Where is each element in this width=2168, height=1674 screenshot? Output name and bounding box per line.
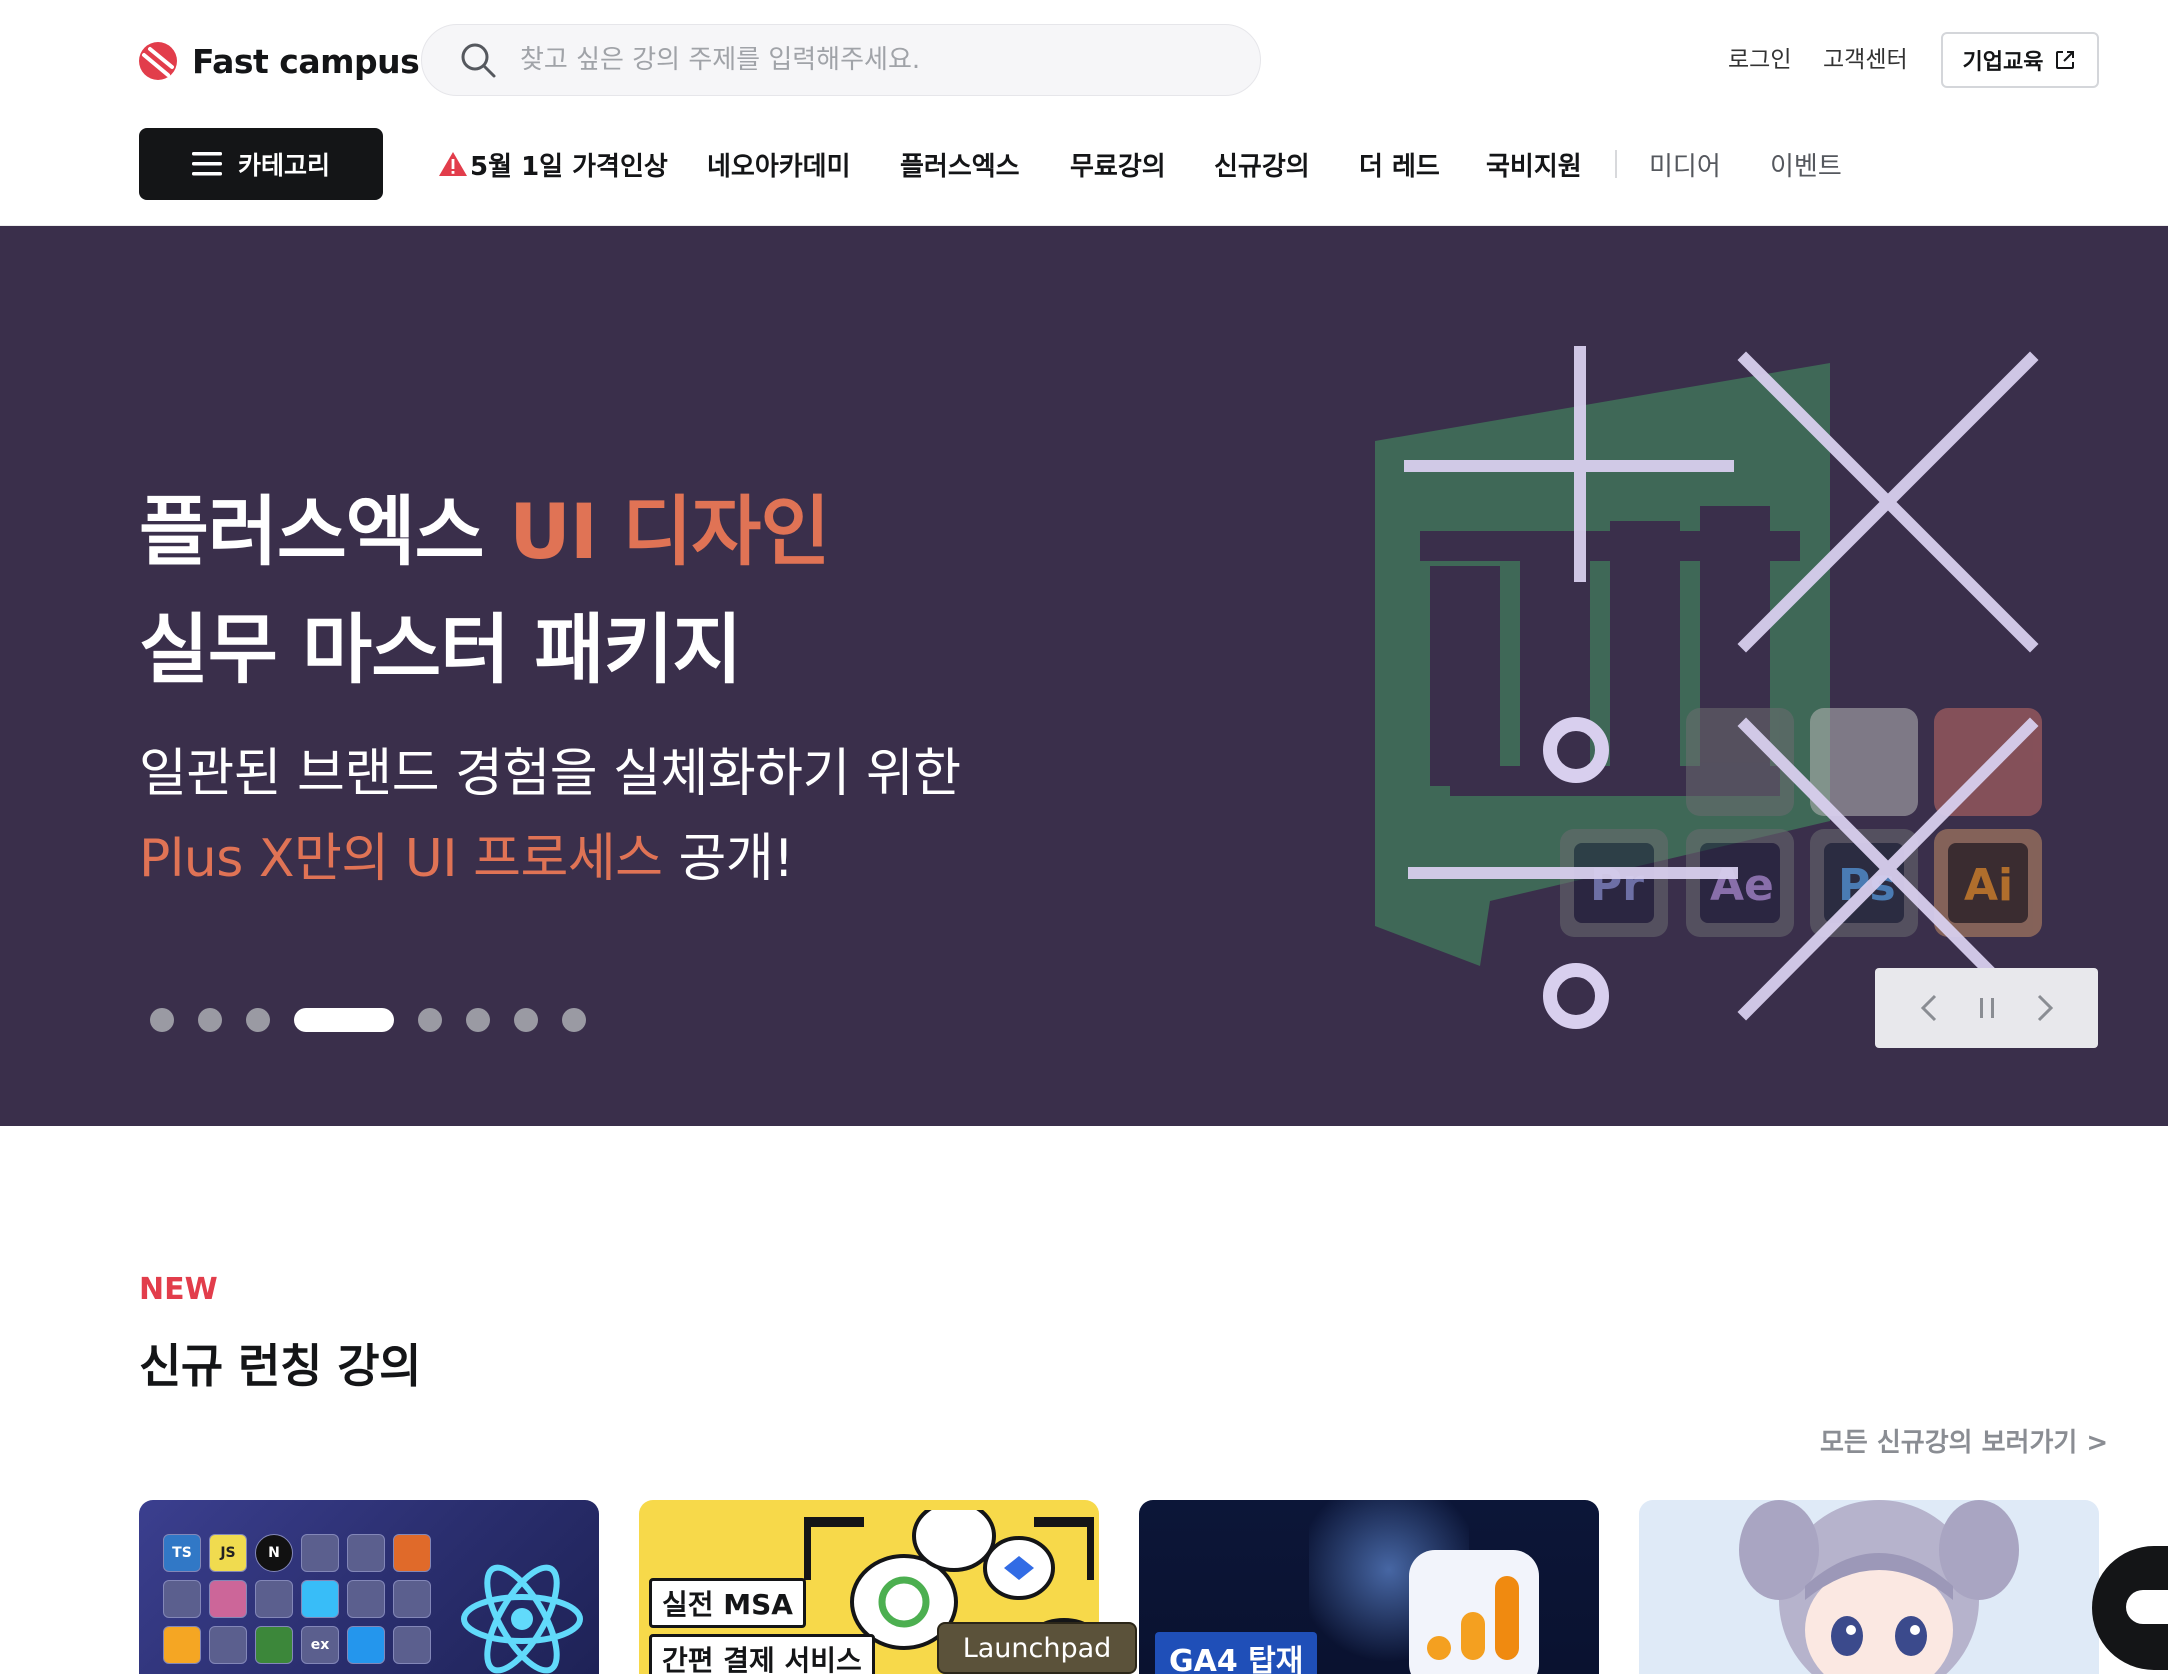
warning-icon [439, 152, 467, 176]
search-bar[interactable] [421, 24, 1261, 96]
menu-icon [191, 152, 222, 176]
tailwind-tile [301, 1580, 339, 1618]
slide-dot[interactable] [466, 1008, 490, 1032]
sass-tile [209, 1580, 247, 1618]
hero-title-line2: 실무 마스터 패키지 [139, 605, 742, 694]
character-illustration [1739, 1500, 2019, 1674]
slide-dot[interactable] [514, 1008, 538, 1032]
hero-title-line1: 플러스엑스 UI 디자인 [139, 470, 830, 580]
customer-center-link[interactable]: 고객센터 [1823, 40, 1908, 74]
tech-tile [209, 1626, 247, 1664]
nav-item-the-red[interactable]: 더 레드 [1359, 144, 1440, 184]
tech-tile [163, 1580, 201, 1618]
hero-banner[interactable]: 플러스엑스 UI 디자인 실무 마스터 패키지 일관된 브랜드 경험을 실체화하… [0, 226, 2168, 1126]
hero-artwork: Pr Ae Ps Ai [1375, 346, 2042, 1029]
express-tile: ex [301, 1626, 339, 1664]
login-link[interactable]: 로그인 [1728, 40, 1791, 74]
slide-dot[interactable] [150, 1008, 174, 1032]
hero-title-accent: UI 디자인 [509, 487, 830, 576]
slide-dot[interactable] [562, 1008, 586, 1032]
docker-tile [347, 1626, 385, 1664]
hero-title-white: 플러스엑스 [139, 487, 510, 576]
search-input[interactable] [520, 45, 1220, 75]
nav-item-label: 5월 1일 가격인상 [470, 151, 668, 182]
mui-tile [393, 1534, 431, 1572]
tech-tile [393, 1626, 431, 1664]
nextjs-tile: N [255, 1534, 293, 1572]
chevron-right-icon[interactable] [2031, 992, 2057, 1024]
slide-dot[interactable] [198, 1008, 222, 1032]
nav-item-free-courses[interactable]: 무료강의 [1070, 144, 1166, 184]
search-icon[interactable] [458, 40, 498, 80]
chevron-left-icon[interactable] [1917, 992, 1943, 1024]
card-label: 간편 결제 서비스 [649, 1634, 875, 1674]
firebase-tile [163, 1626, 201, 1664]
hero-subtitle-white: 공개! [662, 829, 795, 889]
category-button[interactable]: 카테고리 [139, 128, 383, 200]
card-label: 실전 MSA [649, 1578, 806, 1628]
chat-icon [2126, 1590, 2168, 1624]
pause-icon[interactable] [1974, 992, 2000, 1024]
logo-text: Fast campus [192, 41, 420, 81]
nav-divider [1615, 150, 1617, 178]
typescript-tile: TS [163, 1534, 201, 1572]
graphql-tile [301, 1534, 339, 1572]
see-all-new-courses-link[interactable]: 모든 신규강의 보러가기 > [1820, 1422, 2108, 1459]
launchpad-tooltip: Launchpad [937, 1622, 1137, 1674]
slider-controls [1875, 968, 2098, 1048]
course-card[interactable]: TS JS N ex [139, 1500, 599, 1674]
nav-item-media[interactable]: 미디어 [1649, 144, 1721, 184]
corporate-education-label: 기업교육 [1962, 50, 2044, 75]
chat-button[interactable] [2092, 1546, 2168, 1670]
storybook-tile [347, 1534, 385, 1572]
svg-text:Ai: Ai [1964, 860, 2013, 911]
tech-tile [393, 1580, 431, 1618]
javascript-tile: JS [209, 1534, 247, 1572]
nodejs-tile [255, 1626, 293, 1664]
nav-item-government-support[interactable]: 국비지원 [1486, 144, 1582, 184]
site-header: Fast campus 로그인 고객센터 기업교육 카테고리 5월 1일 가격인… [0, 0, 2168, 226]
hero-subtitle-line2: Plus X만의 UI 프로세스 공개! [139, 816, 794, 891]
category-button-label: 카테고리 [237, 151, 330, 180]
slide-dot-active[interactable] [294, 1008, 394, 1032]
ga4-badge: GA4 탑재 [1155, 1632, 1318, 1674]
tech-tile [347, 1580, 385, 1618]
hero-subtitle-accent: Plus X만의 UI 프로세스 [139, 829, 663, 889]
course-card[interactable] [1639, 1500, 2099, 1674]
slide-dot[interactable] [418, 1008, 442, 1032]
logo[interactable]: Fast campus [138, 38, 420, 84]
slide-dot[interactable] [246, 1008, 270, 1032]
hero-subtitle-line1: 일관된 브랜드 경험을 실체화하기 위한 [139, 744, 961, 804]
react-logo-icon [461, 1564, 583, 1674]
nav-item-neo-academy[interactable]: 네오아카데미 [707, 144, 851, 184]
nav-item-new-courses[interactable]: 신규강의 [1214, 144, 1310, 184]
section-title: 신규 런칭 강의 [139, 1339, 421, 1393]
nav-item-price-increase[interactable]: 5월 1일 가격인상 [438, 144, 668, 184]
section-tag: NEW [139, 1272, 218, 1307]
slide-indicators [150, 1008, 586, 1032]
tech-tile [255, 1580, 293, 1618]
nav-item-events[interactable]: 이벤트 [1770, 144, 1842, 184]
nav-item-plusx[interactable]: 플러스엑스 [900, 144, 1020, 184]
corporate-education-button[interactable]: 기업교육 [1941, 32, 2099, 88]
fastcampus-logo-icon [139, 42, 177, 80]
analytics-icon [1409, 1550, 1539, 1674]
external-link-icon [2056, 51, 2075, 69]
